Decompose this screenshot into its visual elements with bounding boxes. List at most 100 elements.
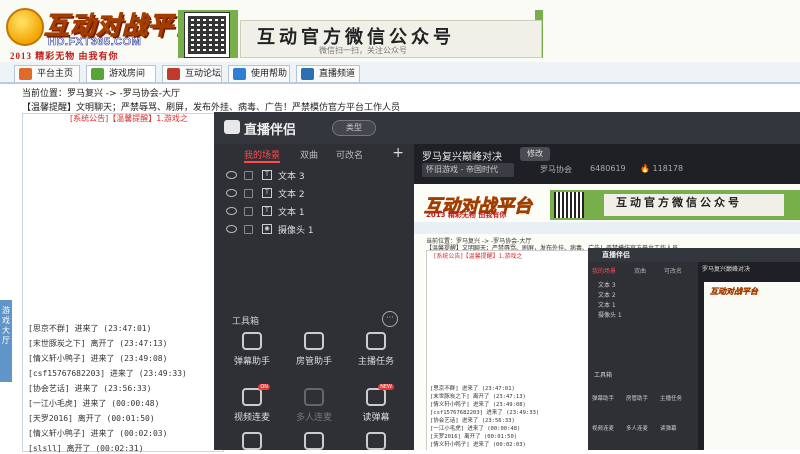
nested-source: 摄像头 1	[598, 312, 622, 319]
mode-selector[interactable]: 类型	[332, 120, 376, 136]
logo-slogan: 2013 精彩无物 由我有你	[10, 51, 119, 61]
game-category[interactable]: 怀旧游戏 - 帝国时代	[422, 163, 514, 177]
tool-label: 房管助手	[295, 357, 332, 367]
tool-label: 多人连麦	[295, 413, 332, 423]
tab-forum-label: 互动论坛	[185, 69, 222, 79]
nested-chat-line: [天罗2016] 离开了 (00:01:50)	[430, 434, 518, 440]
nested-tool: 多人连麦	[626, 426, 649, 432]
eye-icon[interactable]	[226, 207, 237, 215]
lock-icon[interactable]	[244, 171, 253, 180]
nested-room-title: 罗马复兴巅峰对决	[702, 266, 751, 273]
breadcrumb: 当前位置：罗马复兴 -> -罗马协会-大厅	[22, 89, 181, 99]
game-room-icon	[91, 68, 104, 80]
nested-chat-line: [csf15767682203] 进来了 (23:49:33)	[430, 410, 540, 416]
more-icon[interactable]: ···	[382, 311, 398, 327]
captured-screen: 互动对战平台 2013 精彩无物 由我有你 互动官方微信公众号 当前位置：罗马复…	[414, 184, 800, 450]
eye-icon[interactable]	[226, 189, 237, 197]
tab-help-label: 使用帮助	[251, 69, 288, 79]
lock-icon[interactable]	[244, 207, 253, 216]
nested-toolbox: 工具箱	[594, 372, 613, 379]
tool-streamer-task[interactable]: 主播任务	[346, 332, 406, 367]
source-row[interactable]: T 文本 3	[226, 168, 406, 184]
tool-room-admin[interactable]: 房管助手	[284, 332, 344, 367]
nested-wechat-title: 互动官方微信公众号	[604, 194, 784, 216]
tab-scene-2[interactable]: 双曲	[300, 148, 318, 161]
heat-value: 118178	[652, 164, 684, 173]
nested-source: 文本 3	[598, 282, 616, 289]
tab-home[interactable]: 平台主页	[14, 65, 80, 82]
download-icon	[242, 432, 262, 450]
chat-line: [情义轩小鸭子] 进来了 (00:02:03)	[28, 429, 168, 438]
tab-game-room-label: 游戏房间	[109, 69, 146, 79]
add-scene-icon[interactable]: +	[392, 145, 404, 161]
tool-multi-link[interactable]: 多人连麦	[284, 388, 344, 423]
chat-line: [csf15767682203] 进来了 (23:49:33)	[28, 369, 187, 378]
tab-help[interactable]: 使用帮助	[228, 65, 290, 82]
nested-scene-tabs: 我的场景 双曲 可改名	[592, 266, 700, 275]
source-row[interactable]: T 文本 1	[226, 204, 406, 220]
source-row[interactable]: T 文本 2	[226, 186, 406, 202]
nested-announcement: [系统公告]【温馨提醒】1.游戏之	[434, 253, 523, 260]
source-name: 摄像头 1	[278, 226, 314, 236]
nested-chat-line: [情义轩小鸭子] 进来了 (23:49:08)	[430, 402, 526, 408]
tool-download[interactable]	[222, 432, 282, 454]
tool-read-danmaku[interactable]: NEW 读弹幕	[346, 384, 406, 423]
chat-line: [slsll] 离开了 (00:02:31)	[28, 444, 144, 453]
chat-line: [情义轩小鸭子] 进来了 (23:49:08)	[28, 354, 168, 363]
eye-icon[interactable]	[226, 171, 237, 179]
nested-tab: 我的场景	[592, 268, 617, 275]
scene-tabs: 我的场景 双曲 可改名 +	[214, 145, 414, 164]
game-hall-side-tab[interactable]: 游戏大厅	[0, 300, 12, 382]
mascot-logo-icon	[6, 8, 44, 46]
stream-app-name: 直播伴侣	[244, 123, 297, 138]
tool-label: 弹幕助手	[233, 357, 270, 367]
tab-my-scene[interactable]: 我的场景	[244, 148, 281, 163]
room-id: 6480619	[590, 164, 626, 173]
wechat-subtitle: 微信扫一扫，关注公众号	[319, 46, 407, 55]
tab-home-label: 平台主页	[37, 69, 74, 79]
qr-code-icon	[184, 12, 230, 58]
tab-scene-3[interactable]: 可改名	[336, 148, 363, 161]
edit-title-button[interactable]: 修改	[520, 147, 550, 161]
stream-app-icon	[224, 120, 240, 134]
system-announcement: [系统公告]【温馨提醒】1.游戏之	[70, 114, 188, 123]
nested-source: 文本 2	[598, 292, 616, 299]
nested-chat-line: [协会艺话] 进来了 (23:56:33)	[430, 418, 515, 424]
tab-live[interactable]: 直播频道	[296, 65, 360, 82]
nested-chat-line: [思京不群] 进来了 (23:47:01)	[430, 386, 515, 392]
eye-icon[interactable]	[226, 225, 237, 233]
multi-link-icon	[304, 388, 324, 406]
home-icon	[19, 68, 32, 80]
room-admin-icon	[304, 332, 324, 350]
tool-label: 读弹幕	[362, 413, 390, 423]
help-icon	[233, 68, 246, 80]
tab-game-room[interactable]: 游戏房间	[86, 65, 156, 82]
site-banner: 互动对战平台 HD.FXT365.COM 2013 精彩无物 由我有你 互动官方…	[0, 0, 800, 62]
tool-label: 主播任务	[357, 357, 394, 367]
nested-stream-panel	[588, 248, 698, 450]
nested-tab: 双曲	[634, 268, 647, 275]
source-name: 文本 3	[278, 172, 305, 182]
nested-tool: 弹幕助手	[592, 396, 615, 402]
video-link-icon: ON	[242, 384, 270, 406]
chat-line: [末世豚炭之下] 离开了 (23:47:13)	[28, 339, 168, 348]
nested-tab: 可改名	[664, 268, 683, 275]
lock-icon[interactable]	[244, 189, 253, 198]
chat-line: [思京不群] 进来了 (23:47:01)	[28, 324, 152, 333]
nested-tool: 读弹幕	[660, 426, 677, 432]
tool-danmaku-helper[interactable]: 弹幕助手	[222, 332, 282, 367]
main-nav: 平台主页 游戏房间 互动论坛 使用帮助 直播频道	[0, 62, 800, 84]
text-source-icon: T	[262, 206, 272, 216]
tool-tv[interactable]	[284, 432, 344, 454]
nested-tool: 主播任务	[660, 396, 683, 402]
tab-forum[interactable]: 互动论坛	[162, 65, 222, 82]
camera-source-icon: ◉	[262, 224, 272, 234]
tool-tune[interactable]	[346, 432, 406, 454]
nested-qr-icon	[554, 192, 584, 218]
stream-titlebar: 直播伴侣 类型	[214, 112, 800, 144]
tool-video-link[interactable]: ON 视频连麦	[222, 384, 282, 423]
tv-icon	[304, 432, 324, 450]
source-row[interactable]: ◉ 摄像头 1	[226, 222, 406, 238]
lock-icon[interactable]	[244, 225, 253, 234]
chat-line: [天罗2016] 离开了 (00:01:50)	[28, 414, 155, 423]
